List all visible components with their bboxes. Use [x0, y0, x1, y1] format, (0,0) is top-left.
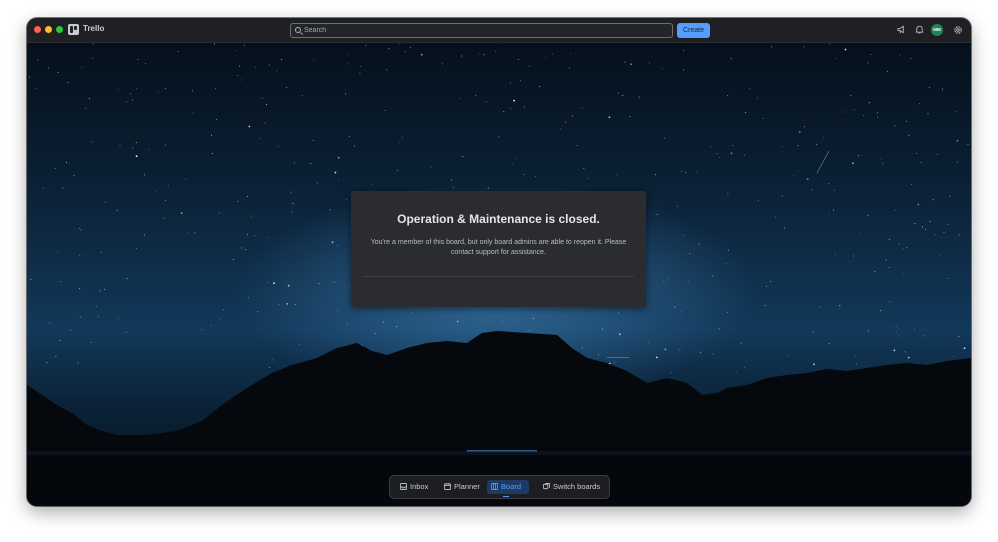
- create-button[interactable]: Create: [677, 23, 710, 38]
- search-input[interactable]: [304, 24, 664, 37]
- nav-board-label: Board: [501, 482, 522, 491]
- nav-inbox[interactable]: Inbox: [396, 480, 436, 494]
- minimize-window-button[interactable]: [45, 26, 52, 33]
- board-icon: [491, 483, 498, 490]
- switch-boards-icon: [543, 483, 550, 490]
- calendar-icon: [444, 483, 451, 490]
- search-icon: [295, 27, 301, 33]
- dialog-title: Operation & Maintenance is closed.: [397, 212, 600, 226]
- search-box[interactable]: [290, 23, 673, 38]
- bell-icon[interactable]: [915, 25, 924, 34]
- app-window: Trello Create MM Operation & Maintenance…: [27, 18, 971, 506]
- dialog-divider: [363, 276, 634, 277]
- nav-board[interactable]: Board: [487, 480, 529, 497]
- app-name[interactable]: Trello: [83, 24, 104, 33]
- nav-planner[interactable]: Planner: [440, 480, 482, 494]
- board-closed-dialog: Operation & Maintenance is closed. You'r…: [351, 191, 646, 307]
- nav-inbox-label: Inbox: [410, 482, 429, 491]
- megaphone-icon[interactable]: [897, 25, 906, 34]
- inbox-icon: [400, 483, 407, 490]
- nav-planner-label: Planner: [454, 482, 480, 491]
- dialog-message: You're a member of this board, but only …: [370, 239, 627, 256]
- close-window-button[interactable]: [34, 26, 41, 33]
- nav-switch-boards[interactable]: Switch boards: [539, 480, 605, 494]
- avatar[interactable]: MM: [931, 24, 943, 36]
- maximize-window-button[interactable]: [56, 26, 63, 33]
- top-bar: Trello Create MM: [27, 18, 971, 43]
- gear-icon[interactable]: [953, 25, 962, 34]
- bottom-navigation: Inbox Planner Board Switch boards: [389, 475, 610, 499]
- trello-logo-icon[interactable]: [68, 24, 79, 35]
- nav-switch-boards-label: Switch boards: [553, 482, 601, 491]
